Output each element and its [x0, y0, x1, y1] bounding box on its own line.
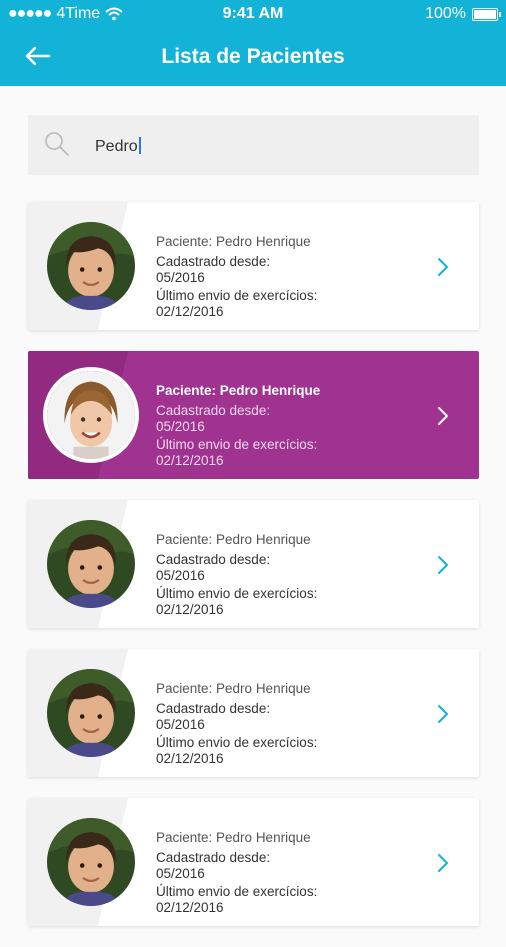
chevron-right-icon: [438, 258, 448, 276]
last-exercise-label: Último envio de exercícios:: [156, 884, 318, 899]
search-input[interactable]: Pedro: [95, 137, 141, 156]
patient-info: Paciente: Pedro Henrique Cadastrado desde…: [156, 681, 317, 767]
avatar: [47, 669, 135, 757]
text-caret: [138, 137, 141, 154]
registered-date: 05/2016: [156, 270, 205, 285]
search-bar[interactable]: Pedro: [28, 115, 479, 175]
app-header: Lista de Pacientes: [0, 28, 506, 86]
search-icon: [45, 132, 69, 156]
last-exercise-date: 02/12/2016: [156, 900, 224, 915]
registered-date: 05/2016: [156, 717, 205, 732]
patient-photo: [47, 371, 135, 459]
registered-label: Cadastrado desde:: [156, 403, 271, 418]
patient-photo: [47, 520, 135, 608]
avatar: [43, 367, 139, 463]
battery-icon: [472, 7, 501, 21]
registered-date: 05/2016: [156, 568, 205, 583]
chevron-right-icon: [438, 556, 448, 574]
registered-label: Cadastrado desde:: [156, 552, 271, 567]
patient-name: Paciente: Pedro Henrique: [156, 234, 311, 249]
patient-name: Paciente: Pedro Henrique: [156, 681, 311, 696]
patient-name: Paciente: Pedro Henrique: [156, 830, 311, 845]
avatar: [47, 222, 135, 310]
patient-name: Paciente: Pedro Henrique: [156, 532, 311, 547]
status-bar: ●●●●● 4Time 9:41 AM 100%: [0, 0, 506, 28]
page-title: Lista de Pacientes: [161, 45, 345, 68]
registered-date: 05/2016: [156, 866, 205, 881]
patient-photo: [47, 222, 135, 310]
last-exercise-label: Último envio de exercícios:: [156, 586, 318, 601]
patient-info: Paciente: Pedro Henrique Cadastrado desde…: [156, 234, 317, 320]
patient-list: Paciente: Pedro Henrique Cadastrado desde…: [28, 202, 479, 947]
patient-info: Paciente: Pedro Henrique Cadastrado desde…: [156, 830, 317, 916]
battery-percentage: 100%: [425, 5, 466, 22]
last-exercise-label: Último envio de exercícios:: [156, 735, 318, 750]
last-exercise-date: 02/12/2016: [156, 751, 224, 766]
patient-info: Paciente: Pedro Henrique Cadastrado desde…: [156, 383, 320, 469]
patient-card[interactable]: Paciente: Pedro Henrique Cadastrado desde…: [28, 202, 479, 330]
patient-photo: [47, 669, 135, 757]
registered-label: Cadastrado desde:: [156, 850, 271, 865]
patient-card[interactable]: Paciente: Pedro Henrique Cadastrado desde…: [28, 798, 479, 926]
patient-card[interactable]: Paciente: Pedro Henrique Cadastrado desde…: [28, 649, 479, 777]
patient-card[interactable]: Paciente: Pedro Henrique Cadastrado desde…: [28, 500, 479, 628]
patient-card[interactable]: Paciente: Pedro Henrique Cadastrado desde…: [28, 351, 479, 479]
avatar: [47, 818, 135, 906]
registered-date: 05/2016: [156, 419, 205, 434]
registered-label: Cadastrado desde:: [156, 254, 271, 269]
last-exercise-label: Último envio de exercícios:: [156, 437, 318, 452]
chevron-right-icon: [438, 705, 448, 723]
patient-name: Paciente: Pedro Henrique: [156, 383, 321, 398]
last-exercise-date: 02/12/2016: [156, 453, 224, 468]
last-exercise-label: Último envio de exercícios:: [156, 288, 318, 303]
chevron-right-icon: [438, 407, 448, 425]
last-exercise-date: 02/12/2016: [156, 304, 224, 319]
patient-photo: [47, 818, 135, 906]
chevron-right-icon: [438, 854, 448, 872]
last-exercise-date: 02/12/2016: [156, 602, 224, 617]
registered-label: Cadastrado desde:: [156, 701, 271, 716]
patient-info: Paciente: Pedro Henrique Cadastrado desde…: [156, 532, 317, 618]
avatar: [47, 520, 135, 608]
